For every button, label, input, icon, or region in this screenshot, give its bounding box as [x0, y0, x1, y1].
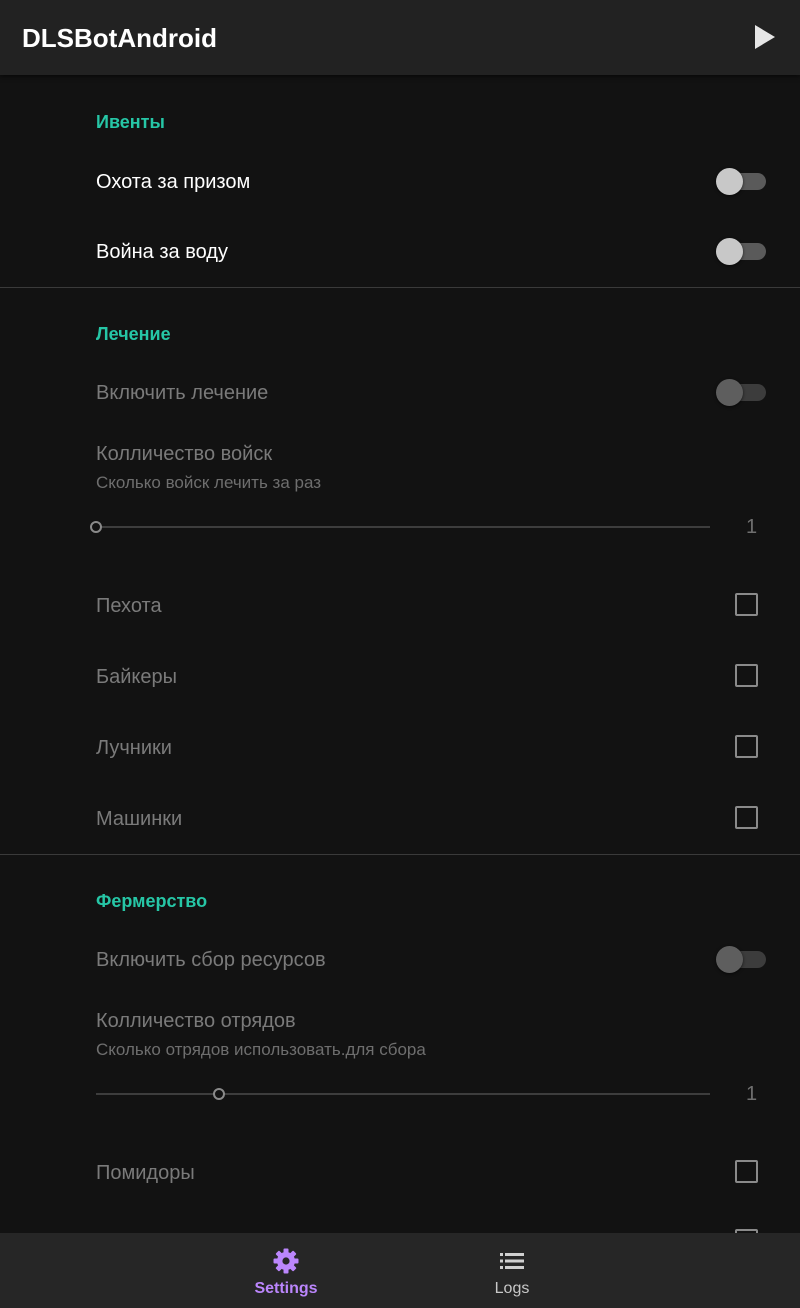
unit-infantry-label: Пехота [96, 595, 162, 617]
unit-archers-checkbox[interactable] [735, 735, 758, 758]
app-bar: DLSBotAndroid [0, 0, 800, 75]
unit-bikers-checkbox[interactable] [735, 664, 758, 687]
nav-settings[interactable]: Settings [186, 1233, 386, 1308]
section-divider [0, 854, 800, 855]
slider-knob[interactable] [212, 1088, 225, 1100]
enable-healing-switch[interactable] [716, 377, 768, 407]
enable-healing-label: Включить лечение [96, 382, 269, 404]
event-prize-hunt-label: Охота за призом [96, 171, 251, 193]
start-button[interactable] [744, 18, 784, 58]
slider-knob[interactable] [90, 521, 102, 533]
section-divider [0, 287, 800, 288]
squads-count-label: Колличество отрядов [96, 1010, 296, 1032]
gear-icon [273, 1248, 299, 1274]
troops-count-value: 1 [746, 516, 758, 538]
section-title-healing: Лечение [96, 324, 171, 344]
resource-tomatoes-label: Помидоры [96, 1162, 195, 1184]
unit-bikers-label: Байкеры [96, 666, 178, 688]
squads-count-summary: Сколько отрядов использовать.для сбора [96, 1040, 426, 1059]
bottom-navigation: Settings Logs [0, 1233, 800, 1308]
unit-infantry-checkbox[interactable] [735, 593, 758, 616]
switch-thumb [716, 379, 743, 406]
enable-gathering-label: Включить сбор ресурсов [96, 949, 326, 971]
event-prize-hunt-switch[interactable] [716, 166, 768, 196]
unit-cars-label: Машинки [96, 808, 183, 830]
section-title-farming: Фермерство [96, 891, 208, 911]
list-icon [500, 1253, 524, 1269]
switch-thumb [716, 168, 743, 195]
slider-rail [96, 1093, 710, 1095]
switch-thumb [716, 238, 743, 265]
slider-rail [96, 526, 710, 528]
squads-count-value: 1 [746, 1083, 758, 1105]
event-water-war-label: Война за воду [96, 241, 228, 263]
app-title: DLSBotAndroid [22, 23, 217, 53]
section-title-events: Ивенты [96, 112, 165, 132]
nav-settings-label: Settings [254, 1280, 318, 1297]
resource-tomatoes-checkbox[interactable] [735, 1160, 758, 1183]
switch-thumb [716, 946, 743, 973]
unit-archers-label: Лучники [96, 737, 172, 759]
unit-cars-checkbox[interactable] [735, 806, 758, 829]
event-water-war-switch[interactable] [716, 236, 768, 266]
nav-logs[interactable]: Logs [412, 1233, 612, 1308]
play-icon [755, 25, 775, 49]
troops-count-summary: Сколько войск лечить за раз [96, 473, 322, 492]
troops-count-label: Колличество войск [96, 443, 273, 465]
settings-list[interactable]: Ивенты Охота за призом Война за воду Леч… [0, 75, 800, 1233]
enable-gathering-switch[interactable] [716, 944, 768, 974]
squads-count-slider[interactable] [90, 1082, 714, 1106]
troops-count-slider[interactable] [90, 515, 714, 539]
nav-logs-label: Logs [494, 1280, 530, 1297]
